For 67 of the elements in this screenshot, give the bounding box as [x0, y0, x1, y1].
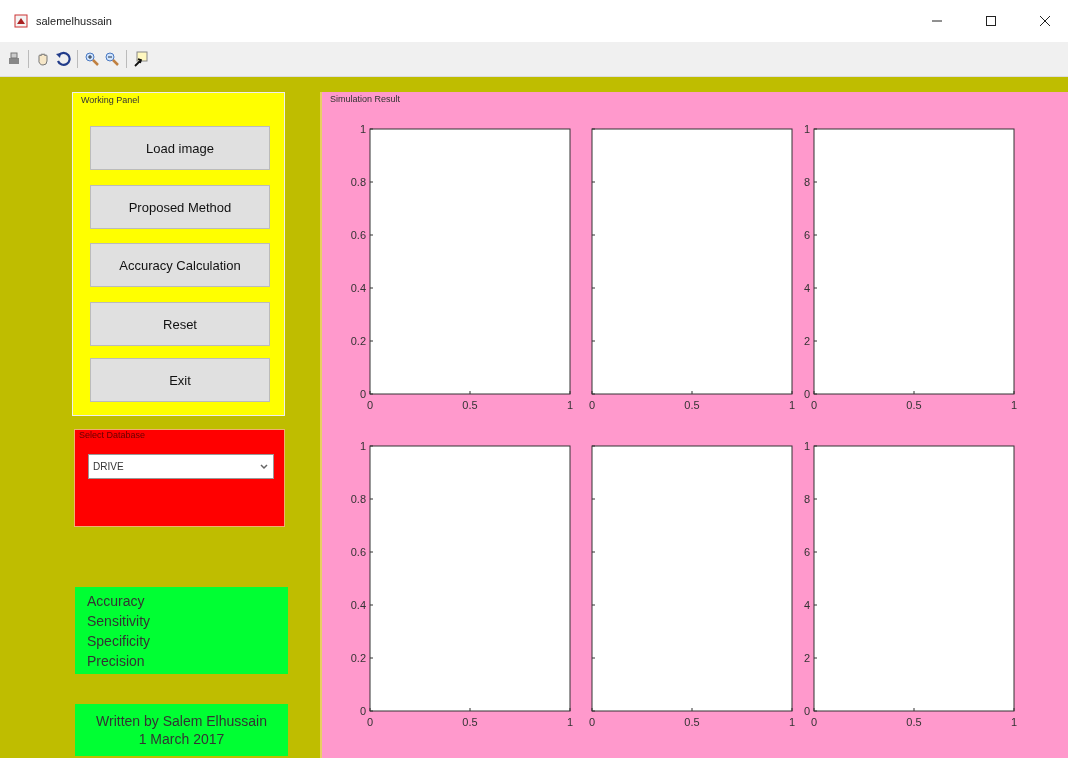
tick-label: 0 — [810, 716, 818, 728]
tick-label: 0.2 — [350, 652, 366, 664]
tick-label: 0 — [366, 716, 374, 728]
rotate-icon[interactable] — [55, 51, 71, 67]
app-icon — [14, 14, 28, 28]
tick-label: 0.2 — [350, 335, 366, 347]
tick-label: 1 — [566, 716, 574, 728]
tick-label: 0.8 — [350, 493, 366, 505]
credit-text: Written by Salem Elhussain — [96, 712, 267, 730]
tick-label: 0 — [803, 388, 810, 400]
panel-title: Simulation Result — [330, 94, 401, 104]
tick-label: 0.5 — [462, 399, 478, 411]
tick-label: 1 — [566, 399, 574, 411]
metric-label: Specificity — [87, 632, 152, 651]
printer-icon[interactable] — [6, 51, 22, 67]
tick-label: 4 — [803, 282, 810, 294]
panel-title: Select Database — [79, 430, 146, 440]
zoom-out-icon[interactable] — [104, 51, 120, 67]
data-cursor-icon[interactable] — [133, 51, 149, 67]
metric-label: Sensitivity — [87, 612, 152, 631]
tick-label: 0.6 — [350, 546, 366, 558]
tick-label: 1 — [359, 123, 366, 135]
metric-label: Accuracy — [87, 592, 146, 611]
tick-label: 6 — [803, 546, 810, 558]
credit-text: 1 March 2017 — [138, 730, 225, 748]
tick-label: 0.4 — [350, 282, 366, 294]
tick-label: 0.5 — [906, 399, 922, 411]
tick-label: 1 — [803, 123, 810, 135]
tick-label: 0.5 — [684, 399, 700, 411]
tick-label: 0.8 — [350, 176, 366, 188]
tick-label: 4 — [803, 599, 810, 611]
tick-label: 0 — [588, 399, 596, 411]
tick-label: 0.5 — [462, 716, 478, 728]
tick-label: 1 — [788, 399, 796, 411]
tick-label: 0.5 — [684, 716, 700, 728]
tick-label: 1 — [1010, 716, 1018, 728]
action-button[interactable]: Proposed Method — [90, 185, 270, 229]
maximize-icon[interactable] — [985, 15, 997, 27]
close-icon[interactable] — [1039, 15, 1051, 27]
action-button[interactable]: Load image — [90, 126, 270, 170]
zoom-in-icon[interactable] — [84, 51, 100, 67]
tick-label: 1 — [803, 440, 810, 452]
tick-label: 1 — [788, 716, 796, 728]
tick-label: 0 — [588, 716, 596, 728]
metric-label: Precision — [87, 652, 146, 671]
tick-label: 0 — [359, 705, 366, 717]
database-dropdown[interactable]: DRIVE — [88, 454, 274, 479]
tick-label: 2 — [803, 652, 810, 664]
tick-label: 0.5 — [906, 716, 922, 728]
tick-label: 0 — [359, 388, 366, 400]
tick-label: 8 — [803, 176, 810, 188]
tick-label: 2 — [803, 335, 810, 347]
tick-label: 6 — [803, 229, 810, 241]
window-title: salemelhussain — [36, 15, 113, 27]
tick-label: 0 — [803, 705, 810, 717]
chevron-icon — [259, 461, 269, 472]
tick-label: 0.6 — [350, 229, 366, 241]
tick-label: 0 — [810, 399, 818, 411]
tick-label: 1 — [1010, 399, 1018, 411]
tick-label: 1 — [359, 440, 366, 452]
action-button[interactable]: Exit — [90, 358, 270, 402]
tick-label: 0.4 — [350, 599, 366, 611]
tick-label: 8 — [803, 493, 810, 505]
panel-title: Working Panel — [81, 95, 140, 105]
tick-label: 0 — [366, 399, 374, 411]
action-button[interactable]: Accuracy Calculation — [90, 243, 270, 287]
action-button[interactable]: Reset — [90, 302, 270, 346]
